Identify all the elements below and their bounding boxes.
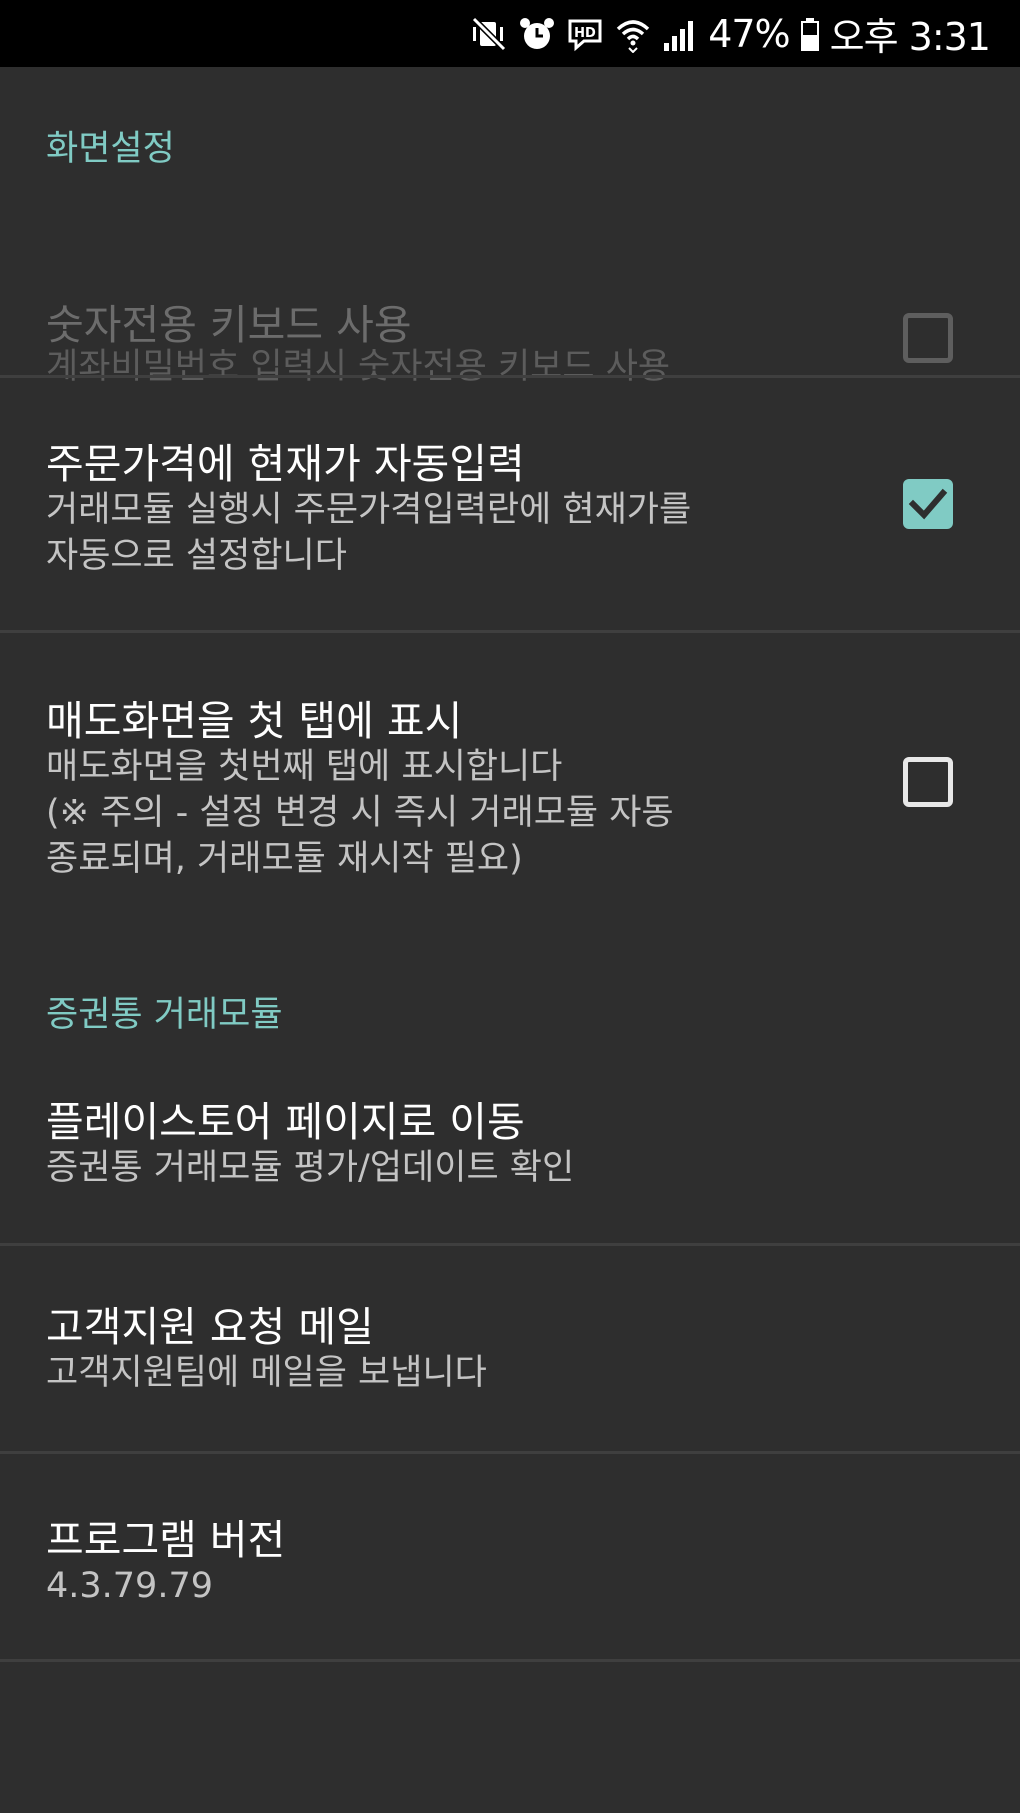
settings-screen: 화면설정 숫자전용 키보드 사용 계좌비밀번호 입력시 숫자전용 키보드 사용 … — [0, 67, 1020, 1813]
svg-text:HD: HD — [574, 26, 596, 41]
pref-title: 플레이스토어 페이지로 이동 — [46, 1098, 525, 1146]
pref-summary: 거래모듈 실행시 주문가격입력란에 현재가를 자동으로 설정합니다 — [46, 490, 692, 576]
pref-sell-first-tab[interactable]: 매도화면을 첫 탭에 표시 매도화면을 첫번째 탭에 표시합니다 (※ 주의 -… — [0, 633, 1020, 933]
divider — [0, 1659, 1020, 1662]
numeric-keyboard-checkbox[interactable] — [903, 313, 953, 363]
auto-current-price-checkbox[interactable] — [903, 479, 953, 529]
sell-first-tab-checkbox[interactable] — [903, 757, 953, 807]
checkmark-icon — [908, 488, 948, 520]
pref-summary: 증권통 거래모듈 평가/업데이트 확인 — [46, 1148, 575, 1188]
battery-icon — [800, 15, 820, 53]
signal-icon — [662, 15, 698, 53]
pref-auto-current-price[interactable]: 주문가격에 현재가 자동입력 거래모듈 실행시 주문가격입력란에 현재가를 자동… — [0, 378, 1020, 633]
pref-title: 매도화면을 첫 탭에 표시 — [46, 697, 463, 745]
mute-vibrate-icon — [470, 15, 508, 53]
pref-title: 프로그램 버전 — [46, 1516, 286, 1564]
section-header-display: 화면설정 — [46, 129, 175, 169]
status-bar: HD 47% 오후 3:31 — [0, 0, 1020, 67]
pref-support-mail[interactable]: 고객지원 요청 메일 고객지원팀에 메일을 보냅니다 — [0, 1246, 1020, 1451]
pref-title: 고객지원 요청 메일 — [46, 1303, 374, 1351]
wifi-icon — [614, 15, 652, 53]
pref-summary: 고객지원팀에 메일을 보냅니다 — [46, 1353, 487, 1393]
pref-play-store[interactable]: 플레이스토어 페이지로 이동 증권통 거래모듈 평가/업데이트 확인 — [0, 1068, 1020, 1243]
hd-icon: HD — [566, 15, 604, 53]
battery-percentage: 47% — [708, 11, 790, 56]
pref-program-version[interactable]: 프로그램 버전 4.3.79.79 — [0, 1454, 1020, 1659]
pref-summary: 매도화면을 첫번째 탭에 표시합니다 (※ 주의 - 설정 변경 시 즉시 거래… — [46, 747, 674, 879]
pref-title: 숫자전용 키보드 사용 — [46, 301, 412, 349]
alarm-icon — [518, 15, 556, 53]
status-indicators: HD 47% 오후 3:31 — [470, 0, 991, 67]
pref-version-value: 4.3.79.79 — [46, 1566, 213, 1606]
pref-title: 주문가격에 현재가 자동입력 — [46, 440, 525, 488]
clock: 오후 3:31 — [829, 15, 991, 59]
section-header-module: 증권통 거래모듈 — [46, 995, 283, 1035]
